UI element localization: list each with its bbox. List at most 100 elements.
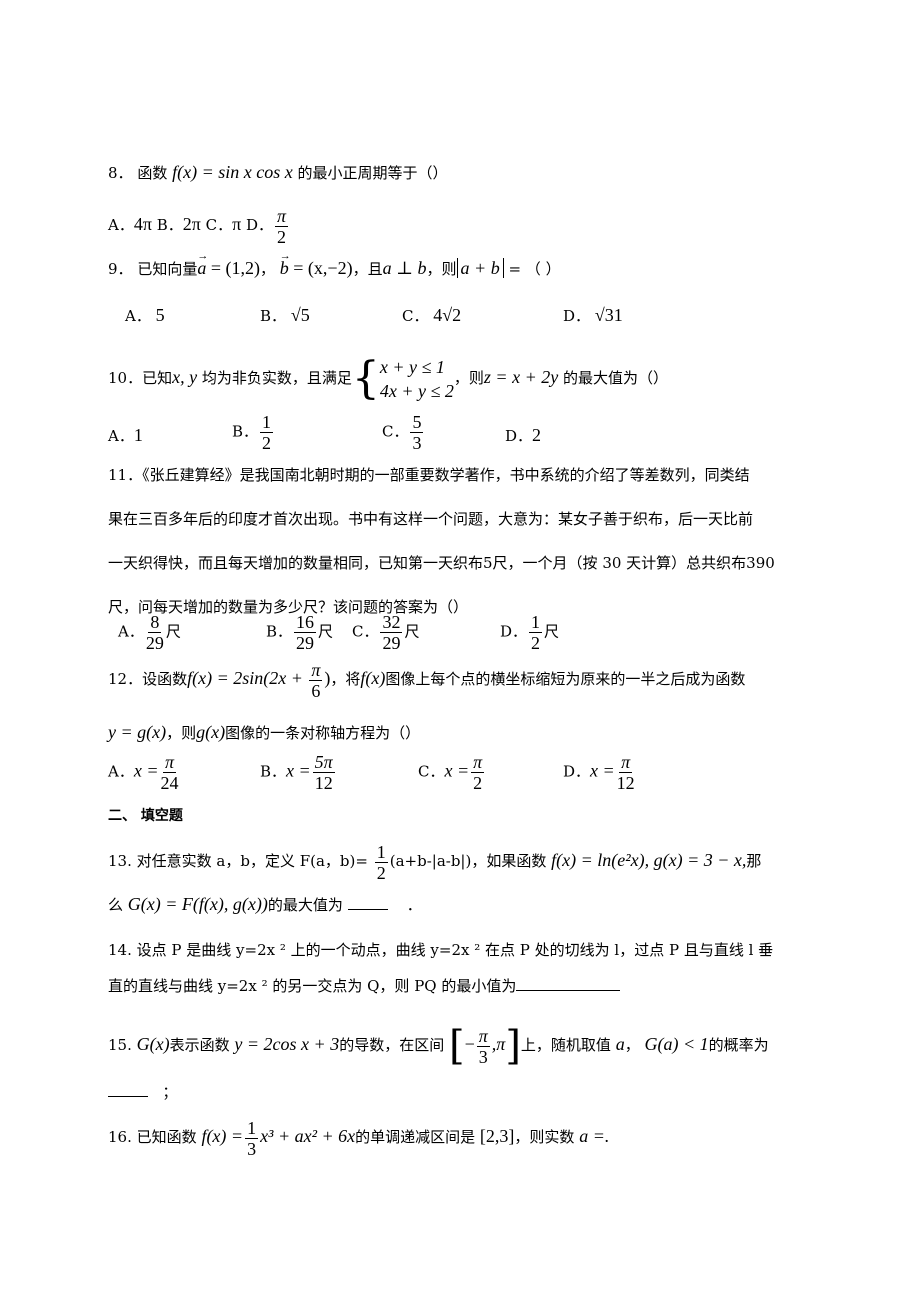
- option-b: B． 1 2: [232, 412, 274, 453]
- vector-a: a: [197, 246, 208, 278]
- stem-text: 图像上每个点的横坐标缩短为原来的一半之后成为函数: [385, 670, 746, 688]
- stem-text: 对任意实数 a，b，定义 F(a，b)=: [136, 852, 368, 870]
- question-number: 9．: [108, 260, 133, 278]
- interval-open: [: [448, 1023, 465, 1069]
- stem-text: ，则: [453, 369, 484, 387]
- abs-expression: a + b: [456, 258, 504, 278]
- interval: [2,3]: [479, 1126, 515, 1146]
- option-d: D． √31: [563, 305, 623, 325]
- formula: f(x) =: [201, 1126, 244, 1146]
- stem-text: 表示函数: [169, 1036, 230, 1054]
- stem-line: 11．《张丘建算经》是我国南北朝时期的一部重要数学著作，书中系统的介绍了等差数列…: [108, 466, 750, 484]
- question-number: 16.: [108, 1128, 132, 1146]
- stem-text: ，则: [166, 724, 197, 742]
- vector-b: b: [280, 246, 291, 278]
- variables: x, y: [172, 367, 198, 387]
- option-c: C． 4√2: [402, 305, 462, 325]
- question-number: 13.: [108, 852, 132, 870]
- question-15-stem: 15. G(x)表示函数 y = 2cos x + 3的导数，在区间 [− π 3,…: [108, 1023, 769, 1069]
- formula: f(x) = sin x cos x: [172, 162, 293, 182]
- stem-text: 设函数: [142, 670, 188, 688]
- option-c: C．π: [205, 214, 242, 234]
- option-a: A．x = π 24: [108, 752, 179, 793]
- question-14-stem: 14. 设点 P 是曲线 y=2x ² 上的一个动点，曲线 y=2x ² 在点 …: [108, 941, 774, 959]
- question-13-stem-line2: 么 G(x) = F(f(x), g(x))的最大值为 ．: [108, 894, 422, 915]
- question-14-stem-line2: 直的直线与曲线 y=2x ² 的另一交点为 Q，则 PQ 的最小值为: [108, 976, 621, 996]
- stem-text: 的最大值为（）: [562, 369, 668, 387]
- stem-line: 果在三百多年后的印度才首次出现。书中有这样一个问题，大意为：某女子善于织布，后一…: [108, 510, 754, 528]
- condition: G(a) < 1: [644, 1034, 709, 1054]
- question-8-options: A．4π B．2π C．π D． π 2: [108, 204, 290, 247]
- formula: y = g(x): [108, 722, 167, 742]
- period: ．: [406, 896, 422, 914]
- stem-text: 上，随机取值: [520, 1036, 611, 1054]
- formula: y = 2cos x + 3: [234, 1034, 340, 1054]
- semicolon: ；: [162, 1083, 178, 1101]
- stem-text: 那: [746, 852, 762, 870]
- formula: f(x) = 2sin(2x +: [187, 668, 308, 688]
- question-9-stem: 9． 已知向量a = (1,2)， b = (x,−2)，且a ⊥ b，则a +…: [108, 246, 561, 279]
- option-a: A． 8 29 尺: [118, 612, 181, 653]
- question-8-stem: 8． 函数 f(x) = sin x cos x 的最小正周期等于（）: [108, 162, 448, 183]
- option-d: D．2: [505, 425, 542, 445]
- answer-blank[interactable]: [516, 990, 621, 991]
- fx: f(x): [360, 668, 386, 688]
- objective: z = x + 2y: [483, 367, 559, 387]
- brace: {: [351, 353, 380, 404]
- constraint-system: x + y ≤ 1 4x + y ≤ 2: [379, 357, 454, 401]
- section-title: 二、 填空题: [108, 808, 183, 824]
- stem-text: = （ ）: [503, 260, 561, 278]
- answer-blank[interactable]: [108, 1096, 148, 1097]
- question-number: 15.: [108, 1036, 132, 1054]
- option-d: D．x = π 12: [563, 752, 635, 793]
- question-15-stem-line2: ；: [108, 1082, 177, 1102]
- stem-text: 函数: [137, 164, 168, 182]
- interval-close: ]: [505, 1023, 521, 1069]
- question-10-stem: 10．已知x, y 均为非负实数，且满足{x + y ≤ 1 4x + y ≤ 2…: [108, 352, 668, 403]
- stem-text: 的最大值为: [267, 896, 343, 914]
- interval-end: π: [496, 1034, 506, 1054]
- stem-text: 的导数，在区间: [339, 1036, 445, 1054]
- option-b: B．x = 5π 12: [260, 752, 335, 793]
- option-b: B． 16 29 尺: [266, 612, 334, 653]
- stem-text: 么: [108, 896, 124, 914]
- answer-blank[interactable]: [347, 909, 388, 910]
- stem-text: 的最小正周期等于（）: [297, 164, 448, 182]
- stem-text: 的概率为: [708, 1036, 769, 1054]
- stem-text: 的单调递减区间是: [355, 1128, 476, 1146]
- option-c: C． 32 29 尺: [352, 612, 420, 653]
- stem-text: (a+b-|a-b|)，如果函数: [389, 852, 547, 870]
- stem-text: ，将: [330, 670, 361, 688]
- question-16-stem: 16. 已知函数 f(x) = 1 3 x³ + ax² + 6x的单调递减区间是 […: [108, 1117, 610, 1159]
- option-a: A．4π: [108, 214, 152, 234]
- stem-text: 图像的一条对称轴方程为（）: [225, 724, 421, 742]
- formula: f(x) = ln(e²x), g(x) = 3 − x,: [551, 850, 747, 870]
- option-a: A．1: [108, 425, 143, 445]
- question-number: 10．: [108, 369, 143, 387]
- option-c: C．x = π 2: [418, 752, 485, 793]
- question-number: 8．: [108, 164, 133, 182]
- stem-text: 已知函数: [136, 1128, 197, 1146]
- stem-text: ，则: [426, 260, 457, 278]
- vector-a-value: = (1,2): [206, 258, 260, 278]
- variable: a: [615, 1034, 625, 1054]
- option-d: D． 1 2 尺: [500, 612, 560, 653]
- option-a: A． 5: [125, 305, 165, 325]
- option-b: B．2π: [156, 214, 201, 234]
- formula: x³ + ax² + 6x: [260, 1126, 356, 1146]
- option-b: B． √5: [260, 305, 310, 325]
- stem-line: 一天织得快，而且每天增加的数量相同，已知第一天织布5尺，一个月（按 30 天计算…: [108, 554, 775, 572]
- question-13-stem: 13. 对任意实数 a，b，定义 F(a，b)= 1 2 (a+b-|a-b|)，如…: [108, 841, 762, 883]
- stem-text: 均为非负实数，且满足: [201, 369, 352, 387]
- separator: ，: [259, 260, 275, 278]
- separator: ，: [624, 1036, 640, 1054]
- option-c: C． 5 3: [382, 412, 424, 453]
- perpendicular-condition: a ⊥ b: [382, 258, 427, 278]
- gx: g(x): [196, 722, 226, 742]
- formula: G(x) = F(f(x), g(x)): [127, 894, 268, 914]
- option-d: D． π 2: [245, 205, 289, 247]
- stem-text: 已知: [142, 369, 173, 387]
- answer-variable: a =.: [579, 1126, 610, 1146]
- minus-sign: −: [464, 1034, 475, 1054]
- question-12-stem-line2: y = g(x)，则g(x)图像的一条对称轴方程为（）: [108, 722, 420, 743]
